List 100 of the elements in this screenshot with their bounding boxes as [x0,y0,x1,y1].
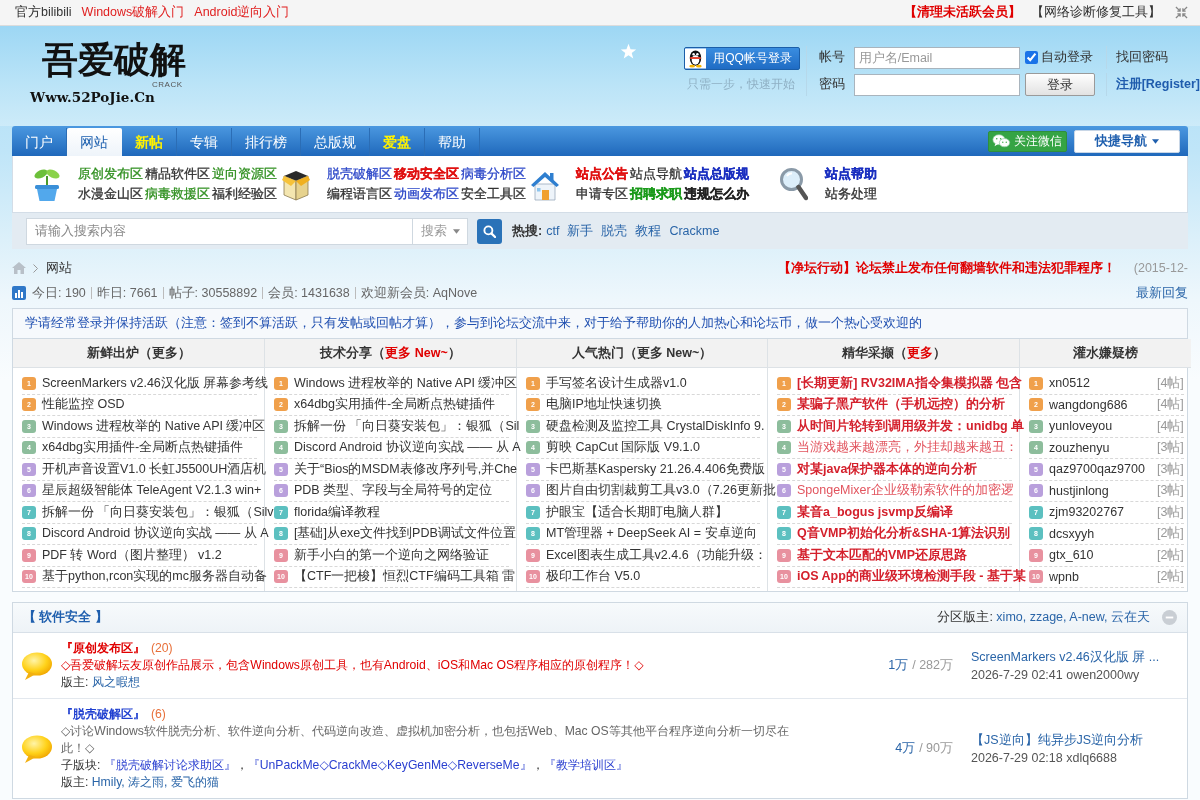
user-link[interactable]: gtx_610 [1049,548,1094,563]
thread-link[interactable]: MT管理器 + DeepSeek AI = 安卓逆向 [546,525,757,543]
category-link[interactable]: 逆向资源区 [212,165,277,183]
username-field[interactable]: 用户名/Email [853,46,1020,69]
thread-link[interactable]: 性能监控 OSD [42,396,125,414]
thread-link[interactable]: 当游戏越来越漂亮，外挂却越来越丑： [797,439,1018,457]
tool-link[interactable]: 【网络诊断修复工具】 [1031,4,1161,21]
moderator-link[interactable]: 风之暇想 [91,675,140,689]
category-link[interactable]: 移动安全区 [394,165,459,183]
thread-link[interactable]: 拆解一份 「向日葵安装包」：银狐（Silv [42,503,274,521]
thread-link[interactable]: Windows 进程枚举的 Native API 缓冲区 [42,417,266,435]
thread-link[interactable]: 基于python,rcon实现的mc服务器自动备 [42,568,267,586]
user-link[interactable]: wangdong686 [1049,397,1128,412]
category-link[interactable]: 站点总版规 [684,165,749,183]
thread-link[interactable]: PDB 类型、字段与全局符号的定位 [294,482,493,500]
category-link[interactable]: 病毒救援区 [145,185,210,203]
thread-link[interactable]: Excel图表生成工具v2.4.6（功能升级： [546,546,767,564]
thread-link[interactable]: 电脑IP地址快速切换 [546,396,662,414]
hot-search-link[interactable]: ctf [546,224,560,238]
thread-link[interactable]: SpongeMixer企业级勒索软件的加密逻 [797,482,1014,500]
thread-link[interactable]: 手写签名设计生成器v1.0 [546,374,687,392]
thread-link[interactable]: PDF 转 Word（图片整理） v1.2 [42,546,222,564]
thread-link[interactable]: 某音a_bogus jsvmp反编译 [797,503,953,521]
hot-search-link[interactable]: 教程 [635,222,662,240]
category-link[interactable]: 病毒分析区 [461,165,526,183]
thread-link[interactable]: 硬盘检测及监控工具 CrystalDiskInfo 9. [546,417,765,435]
top-link[interactable]: 官方bilibili [15,4,72,21]
thread-link[interactable]: 【CTF一把梭】恒烈CTF编码工具箱 雷 [294,568,516,586]
category-link[interactable]: 安全工具区 [461,185,526,203]
category-link[interactable]: 站务处理 [825,185,877,203]
thread-link[interactable]: 极印工作台 V5.0 [546,568,641,586]
subforum-link[interactable]: 『UnPackMe◇CrackMe◇KeyGenMe◇ReverseMe』 [247,758,532,772]
hot-search-link[interactable]: 脱壳 [601,222,628,240]
thread-link[interactable]: 图片自由切割裁剪工具v3.0（7.26更新批 [546,482,776,500]
category-link[interactable]: 水漫金山区 [78,185,143,203]
hot-search-link[interactable]: 新手 [567,222,594,240]
search-field[interactable]: 请输入搜索内容 [26,217,412,245]
thread-link[interactable]: 关于“Bios的MSDM表修改序列号,并Che [294,460,518,478]
login-button[interactable]: 登录 [1024,73,1095,96]
home-icon[interactable] [12,262,26,274]
user-link[interactable]: zjm93202767 [1049,505,1125,520]
category-link[interactable]: 原创发布区 [78,165,143,183]
thread-link[interactable]: 对某java保护器本体的逆向分析 [797,460,978,478]
category-link[interactable]: 编程语言区 [327,185,392,203]
thread-link[interactable]: x64dbg实用插件-全局断点热键插件 [42,439,244,457]
qq-login-button[interactable]: 用QQ帐号登录 [684,47,800,70]
thread-link[interactable]: Windows 进程枚举的 Native API 缓冲区 [294,374,518,392]
thread-link[interactable]: [基础]从exe文件找到PDB调试文件位置 [294,525,516,543]
user-link[interactable]: hustjinlong [1049,483,1109,498]
forgot-password-link[interactable]: 找回密码 [1105,46,1200,69]
category-link[interactable]: 站点导航 [630,165,682,183]
category-link[interactable]: 招聘求职 [630,185,682,203]
quick-nav-button[interactable]: 快捷导航 [1074,129,1180,153]
thread-link[interactable]: iOS App的商业级环境检测手段 - 基于某 [797,568,1026,586]
moderator-link[interactable]: Hmily, 涛之雨, 爱飞的猫 [91,775,219,789]
category-link[interactable]: 动画发布区 [394,185,459,203]
category-link[interactable]: 违规怎么办 [684,185,749,203]
top-link[interactable]: Android逆向入门 [194,4,290,21]
register-link[interactable]: 注册[Register] [1105,73,1200,96]
thread-link[interactable]: x64dbg实用插件-全局断点热键插件 [294,396,496,414]
category-link[interactable]: 福利经验区 [212,185,277,203]
category-link[interactable]: 精品软件区 [145,165,210,183]
tool-link[interactable]: 【清理未活跃会员】 [904,4,1021,21]
thread-link[interactable]: florida编译教程 [294,503,381,521]
user-link[interactable]: yunloveyou [1049,419,1113,434]
category-link[interactable]: 站点帮助 [825,165,877,183]
latest-replies-link[interactable]: 最新回复 [1136,284,1188,302]
password-field[interactable] [853,73,1020,96]
user-link[interactable]: wpnb [1049,569,1079,584]
thread-link[interactable]: [长期更新] RV32IMA指令集模拟器 包含 [797,374,1023,392]
notice-link[interactable]: 【净坛行动】论坛禁止发布任何翻墙软件和违法犯罪程序！ [777,259,1116,277]
category-link[interactable]: 脱壳破解区 [327,165,392,183]
user-link[interactable]: qaz9700qaz9700 [1049,462,1145,477]
subforum-link[interactable]: 『教学培训区』 [543,758,628,772]
thread-link[interactable]: 某骗子黑产软件（手机远控）的分析 [797,396,1005,414]
remember-checkbox[interactable] [1024,51,1038,64]
thread-link[interactable]: Q音VMP初始化分析&SHA-1算法识别 [797,525,1011,543]
thread-link[interactable]: Discord Android 协议逆向实战 —— 从 A [294,439,521,457]
user-link[interactable]: xn0512 [1049,376,1090,391]
thread-link[interactable]: 星辰超级智能体 TeleAgent V2.1.3 win+ [42,482,262,500]
thread-link[interactable]: 从时间片轮转到调用级并发：unidbg 单 [797,417,1025,435]
breadcrumb-link[interactable]: 网站 [46,259,72,277]
top-link[interactable]: Windows破解入门 [81,4,185,21]
user-link[interactable]: dcsxyyh [1049,526,1095,541]
thread-link[interactable]: ScreenMarkers v2.46汉化版 屏幕参考线 [42,374,269,392]
nav-tab[interactable]: 网站 [67,128,122,156]
search-button[interactable] [477,218,502,244]
user-link[interactable]: zouzhenyu [1049,440,1110,455]
section-title[interactable]: 【 软件安全 】 [23,609,108,626]
thread-link[interactable]: 护眼宝【适合长期盯电脑人群】 [546,503,728,521]
last-post-link[interactable]: 【JS逆向】纯异步JS逆向分析 [971,730,1179,749]
thread-link[interactable]: Discord Android 协议逆向实战 —— 从 A [42,525,269,543]
category-link[interactable]: 申请专区 [576,185,628,203]
hot-search-link[interactable]: Crackme [669,224,720,238]
forum-title-link[interactable]: 『脱壳破解区』 [61,706,145,723]
last-post-link[interactable]: ScreenMarkers v2.46汉化版 屏 ... [971,647,1179,666]
collapse-icon[interactable] [1175,6,1188,19]
thread-link[interactable]: 新手小白的第一个逆向之网络验证 [294,546,489,564]
forum-title-link[interactable]: 『原创发布区』 [61,640,145,657]
thread-link[interactable]: 开机声音设置V1.0 长虹J5500UH酒店机 [42,460,267,478]
